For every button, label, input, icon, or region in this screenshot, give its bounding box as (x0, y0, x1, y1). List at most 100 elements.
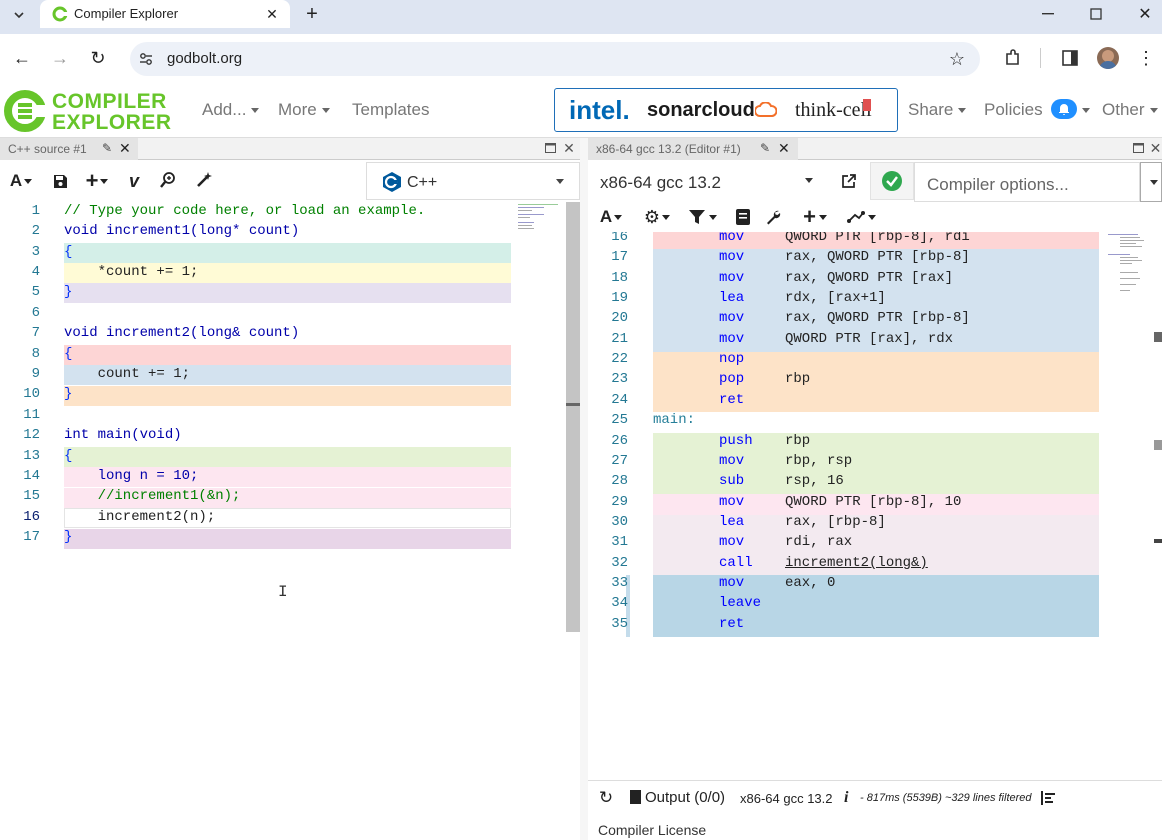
asm-opcode: mov (719, 249, 745, 265)
line-highlight (64, 386, 511, 406)
asm-line-number: 35 (611, 616, 628, 632)
add-tool-icon[interactable]: + (798, 204, 832, 229)
chevron-down-icon (1150, 180, 1158, 185)
asm-operands[interactable]: increment2(long&) (785, 555, 928, 571)
more-menu[interactable]: More (278, 100, 330, 120)
add-dropdown-icon[interactable]: + (82, 168, 112, 193)
line-number: 16 (23, 509, 40, 525)
maximize-icon[interactable] (1084, 2, 1108, 26)
code-line: void increment2(long& count) (64, 325, 300, 341)
tab-cpp-source[interactable]: C++ source #1 ✎ ✕ (0, 138, 138, 160)
tab-search-icon[interactable] (8, 4, 30, 26)
font-size-icon[interactable]: A (6, 170, 36, 192)
source-editor[interactable]: 1 2 3 4 5 6 7 8 9 10 11 12 13 14 15 16 1… (0, 202, 580, 840)
assembly-view[interactable]: 16 mov QWORD PTR [rbp-8], rdi 17 mov rax, QWO… (588, 232, 1162, 780)
asm-operands: QWORD PTR [rbp-8], rdi (785, 232, 970, 245)
tab-compiler[interactable]: x86-64 gcc 13.2 (Editor #1) ✎ ✕ (588, 138, 798, 160)
source-toolbar: A + v C++ (0, 160, 580, 202)
output-label: Output (0/0) (645, 789, 726, 806)
vim-mode-icon[interactable]: v (124, 170, 144, 192)
asm-opcode: mov (719, 310, 745, 326)
line-number: 8 (31, 346, 40, 362)
reload-icon[interactable]: ↻ (86, 46, 110, 70)
close-tab-icon[interactable]: ✕ (119, 140, 131, 157)
scroll-thumb[interactable] (566, 403, 580, 406)
refresh-icon[interactable]: ↻ (596, 788, 616, 808)
compiler-select[interactable]: x86-64 gcc 13.2 (590, 162, 826, 200)
asm-opcode: nop (719, 351, 745, 367)
minimap[interactable] (516, 202, 562, 242)
language-select[interactable]: C++ (366, 162, 580, 200)
profile-avatar[interactable] (1097, 47, 1119, 69)
code-line: // Type your code here, or load an examp… (64, 203, 426, 219)
info-icon[interactable]: i (844, 789, 848, 807)
code-line: } (64, 529, 73, 545)
code-line: count += 1; (64, 366, 191, 382)
asm-line-number: 16 (611, 232, 628, 245)
book-icon[interactable] (732, 206, 754, 228)
output-button[interactable]: Output (0/0) (630, 789, 725, 809)
close-tab-icon[interactable]: ✕ (262, 4, 282, 24)
browser-tab-title: Compiler Explorer (74, 6, 179, 21)
compiler-tab-title: x86-64 gcc 13.2 (Editor #1) (596, 142, 741, 156)
edit-pencil-icon[interactable]: ✎ (760, 141, 770, 155)
policies-menu[interactable]: Policies (984, 98, 1091, 121)
browser-menu-icon[interactable]: ⋮ (1136, 46, 1156, 70)
browser-tab[interactable]: Compiler Explorer ✕ (40, 0, 290, 28)
think-cell-flag-icon (863, 99, 871, 111)
new-tab-icon[interactable]: + (300, 2, 324, 26)
sponsor-banner[interactable]: intel. sonarcloud think-cell (554, 88, 898, 132)
line-highlight (64, 283, 511, 303)
close-tab-icon[interactable]: ✕ (778, 140, 790, 157)
site-info-icon[interactable] (138, 51, 154, 67)
minimize-icon[interactable] (1036, 2, 1060, 26)
vertical-scrollbar[interactable] (566, 202, 580, 632)
font-size-icon[interactable]: A (596, 206, 626, 228)
search-zoom-icon[interactable] (156, 168, 180, 192)
asm-operands: rax, QWORD PTR [rbp-8] (785, 310, 970, 326)
asm-operands: rbp (785, 371, 811, 387)
address-bar[interactable]: godbolt.org ☆ (130, 42, 980, 76)
bookmark-star-icon[interactable]: ☆ (946, 48, 968, 70)
share-menu[interactable]: Share (908, 100, 967, 120)
scroll-marker (1154, 440, 1162, 450)
side-panel-icon[interactable] (1058, 46, 1082, 70)
templates-link[interactable]: Templates (352, 100, 429, 120)
asm-operands: rax, QWORD PTR [rax] (785, 270, 954, 286)
maximize-pane-icon[interactable] (1130, 140, 1146, 156)
asm-line-number: 24 (611, 392, 628, 408)
asm-line-number: 27 (611, 453, 628, 469)
align-left-icon[interactable] (1038, 788, 1058, 808)
forward-arrow-icon[interactable]: → (48, 46, 72, 70)
wrench-icon[interactable] (762, 206, 784, 228)
logo-text-bottom: EXPLORER (52, 111, 172, 134)
add-menu[interactable]: Add... (202, 100, 260, 120)
language-label: C++ (407, 174, 438, 191)
line-number: 14 (23, 468, 40, 484)
close-window-icon[interactable]: ✕ (1133, 2, 1157, 26)
save-icon[interactable] (50, 170, 70, 192)
graph-icon[interactable] (844, 206, 878, 228)
close-pane-icon[interactable]: ✕ (561, 139, 577, 157)
other-menu[interactable]: Other (1102, 100, 1158, 120)
line-highlight (64, 447, 511, 467)
options-dropdown-button[interactable] (1140, 162, 1162, 202)
pane-splitter[interactable] (580, 138, 588, 840)
gear-icon[interactable]: ⚙ (640, 206, 674, 228)
magic-wand-icon[interactable] (192, 168, 216, 192)
bell-icon (1051, 98, 1078, 119)
popout-icon[interactable] (838, 170, 860, 192)
line-number: 11 (23, 407, 40, 423)
line-number: 1 (31, 203, 40, 219)
edit-pencil-icon[interactable]: ✎ (102, 141, 112, 155)
ce-logo[interactable]: COMPILER EXPLORER (0, 86, 180, 136)
close-pane-icon[interactable]: ✕ (1149, 139, 1162, 157)
back-arrow-icon[interactable]: ← (10, 46, 34, 70)
compiler-options-input[interactable]: Compiler options... (914, 162, 1140, 202)
compiler-status-bar: ↻ Output (0/0) x86-64 gcc 13.2 i - 817ms… (588, 780, 1162, 814)
maximize-pane-icon[interactable] (542, 140, 558, 156)
minimap[interactable] (1106, 232, 1150, 296)
filter-icon[interactable] (686, 206, 720, 228)
compiler-license-link[interactable]: Compiler License (598, 822, 706, 840)
extensions-icon[interactable] (1000, 46, 1024, 70)
